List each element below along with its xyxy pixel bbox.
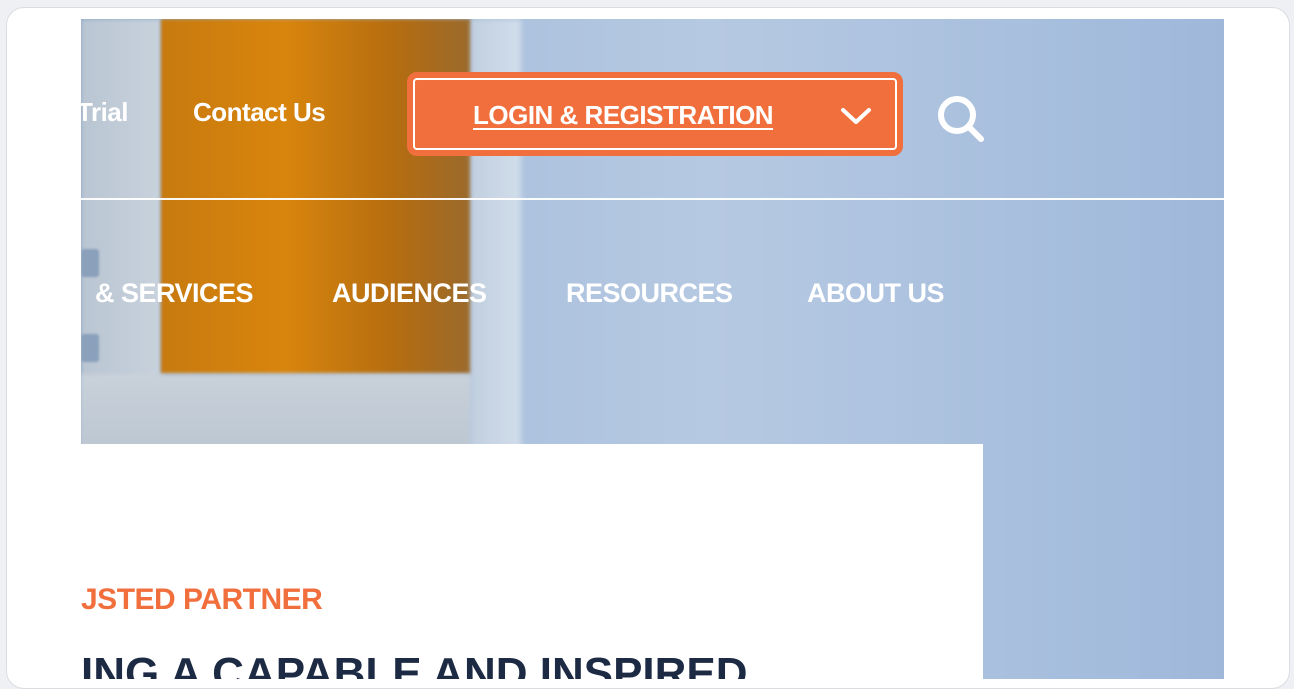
login-button-focus-ring: LOGIN & REGISTRATION [413,78,897,150]
search-icon[interactable] [933,91,987,145]
login-registration-button[interactable]: LOGIN & REGISTRATION [407,72,903,156]
header-divider [81,198,1224,200]
nav-item-resources[interactable]: RESOURCES [566,278,733,309]
nav-item-products-services[interactable]: & SERVICES [95,278,254,309]
nav-item-about-us[interactable]: ABOUT US [807,278,945,309]
login-registration-label: LOGIN & REGISTRATION [473,100,774,130]
hero-content-card: JSTED PARTNER ING A CAPABLE AND INSPIRED [81,444,983,679]
hero-image-door-frame [81,374,471,449]
screenshot-frame: Trial Contact Us LOGIN & REGISTRATION & … [6,7,1290,689]
nav-item-audiences[interactable]: AUDIENCES [332,278,487,309]
hero-image-handle [81,334,99,362]
hero-image-handle [81,249,99,277]
browser-viewport: Trial Contact Us LOGIN & REGISTRATION & … [81,19,1224,679]
chevron-down-icon [841,108,871,124]
hero-headline: ING A CAPABLE AND INSPIRED [81,649,748,679]
utility-link-contact-us[interactable]: Contact Us [193,97,326,128]
hero-eyebrow: JSTED PARTNER [81,583,323,616]
utility-link-free-trial[interactable]: Trial [81,97,128,128]
